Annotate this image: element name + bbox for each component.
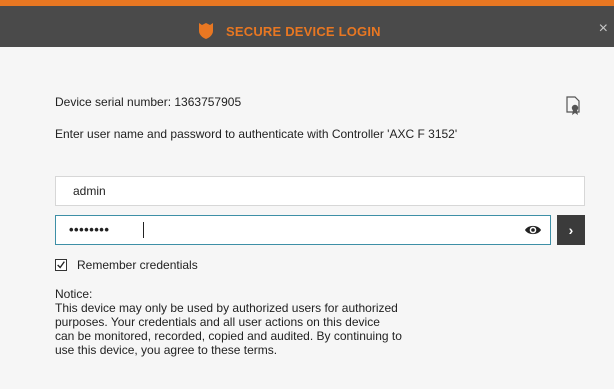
title-bar: SECURE DEVICE LOGIN × <box>0 0 614 47</box>
remember-credentials-toggle[interactable]: Remember credentials <box>55 258 198 272</box>
serial-number-label: Device serial number: 1363757905 <box>55 95 242 109</box>
shield-icon <box>199 23 213 39</box>
username-field[interactable]: admin <box>55 176 585 206</box>
remember-checkbox[interactable] <box>55 259 67 271</box>
title-group: SECURE DEVICE LOGIN <box>198 20 381 42</box>
submit-button[interactable]: › <box>557 215 585 245</box>
password-mask: •••••••• <box>69 222 110 237</box>
notice-section: Notice: This device may only be used by … <box>55 287 535 357</box>
close-icon[interactable]: × <box>599 21 608 37</box>
auth-prompt: Enter user name and password to authenti… <box>55 127 458 141</box>
notice-body: This device may only be used by authoriz… <box>55 301 402 357</box>
text-caret <box>143 222 144 238</box>
remember-label: Remember credentials <box>77 258 198 272</box>
checkmark-icon <box>57 261 65 269</box>
eye-icon[interactable] <box>524 223 542 237</box>
notice-heading: Notice: <box>55 287 93 301</box>
window-title: SECURE DEVICE LOGIN <box>226 23 381 39</box>
password-field[interactable]: •••••••• <box>55 215 551 245</box>
certificate-icon[interactable] <box>565 96 581 116</box>
